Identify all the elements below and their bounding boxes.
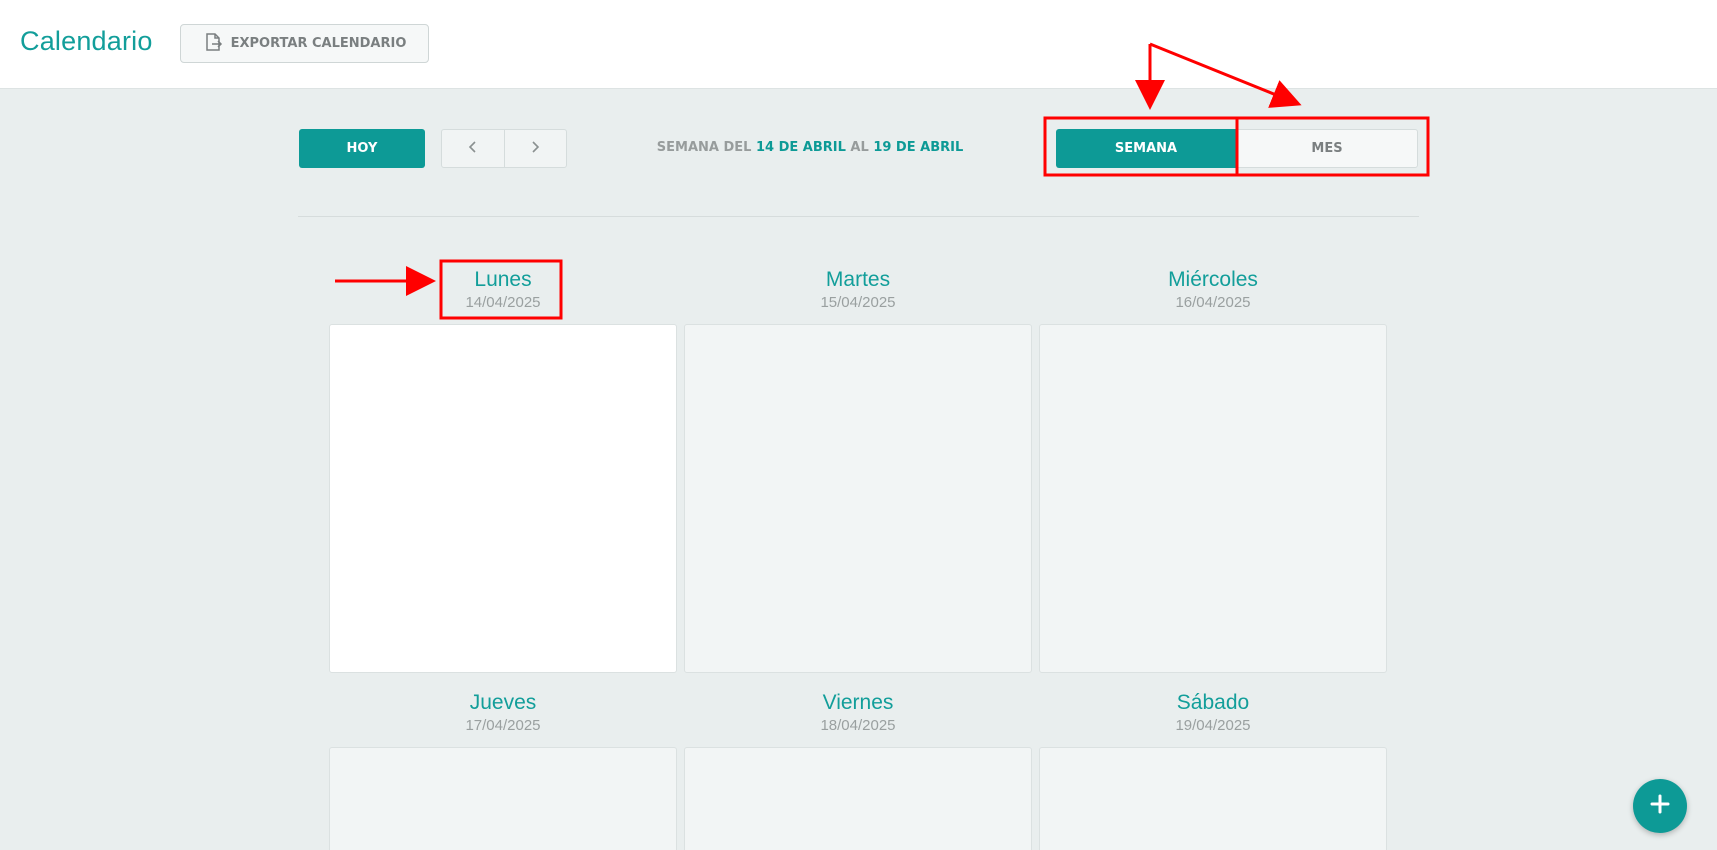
week-range-prefix: SEMANA DEL <box>656 140 752 155</box>
top-bar: Calendario EXPORTAR CALENDARIO <box>0 0 1717 89</box>
day-date: 19/04/2025 <box>1175 717 1251 734</box>
day-date: 18/04/2025 <box>820 717 896 734</box>
day-header-friday: Viernes 18/04/2025 <box>684 691 1032 734</box>
export-calendar-label: EXPORTAR CALENDARIO <box>230 36 407 51</box>
day-name: Sábado <box>1176 691 1250 714</box>
next-week-button[interactable] <box>503 130 567 167</box>
day-name: Jueves <box>469 691 537 714</box>
day-cell-wednesday[interactable] <box>1039 324 1387 673</box>
day-date: 14/04/2025 <box>465 294 541 311</box>
day-name: Martes <box>825 268 891 291</box>
day-date: 15/04/2025 <box>820 294 896 311</box>
export-calendar-button[interactable]: EXPORTAR CALENDARIO <box>180 24 429 63</box>
week-range-mid: AL <box>850 140 869 155</box>
day-cell-tuesday[interactable] <box>684 324 1032 673</box>
day-cell-friday[interactable] <box>684 747 1032 850</box>
day-header-thursday: Jueves 17/04/2025 <box>329 691 677 734</box>
previous-week-button[interactable] <box>442 130 504 167</box>
day-header-monday: Lunes 14/04/2025 <box>329 268 677 311</box>
divider <box>298 216 1419 217</box>
chevron-left-icon <box>466 139 480 158</box>
day-header-tuesday: Martes 15/04/2025 <box>684 268 1032 311</box>
day-cell-saturday[interactable] <box>1039 747 1387 850</box>
day-name: Miércoles <box>1168 268 1258 291</box>
view-toggle: SEMANA MES <box>1056 129 1418 168</box>
week-range-end: 19 DE ABRIL <box>873 140 964 155</box>
day-header-saturday: Sábado 19/04/2025 <box>1039 691 1387 734</box>
day-date: 16/04/2025 <box>1175 294 1251 311</box>
week-navigation <box>441 129 567 168</box>
view-week-button[interactable]: SEMANA <box>1056 129 1236 168</box>
file-export-icon <box>203 32 223 56</box>
week-range-label: SEMANA DEL 14 DE ABRIL AL 19 DE ABRIL <box>560 140 1060 155</box>
day-header-wednesday: Miércoles 16/04/2025 <box>1039 268 1387 311</box>
chevron-right-icon <box>528 139 542 158</box>
day-name: Lunes <box>474 268 532 291</box>
day-date: 17/04/2025 <box>465 717 541 734</box>
page-title: Calendario <box>20 26 153 56</box>
plus-icon <box>1649 793 1671 819</box>
day-cell-thursday[interactable] <box>329 747 677 850</box>
view-month-button[interactable]: MES <box>1236 129 1418 168</box>
week-range-start: 14 DE ABRIL <box>755 140 846 155</box>
day-name: Viernes <box>822 691 894 714</box>
day-cell-monday[interactable] <box>329 324 677 673</box>
today-button[interactable]: HOY <box>299 129 425 168</box>
add-event-button[interactable] <box>1633 779 1687 833</box>
